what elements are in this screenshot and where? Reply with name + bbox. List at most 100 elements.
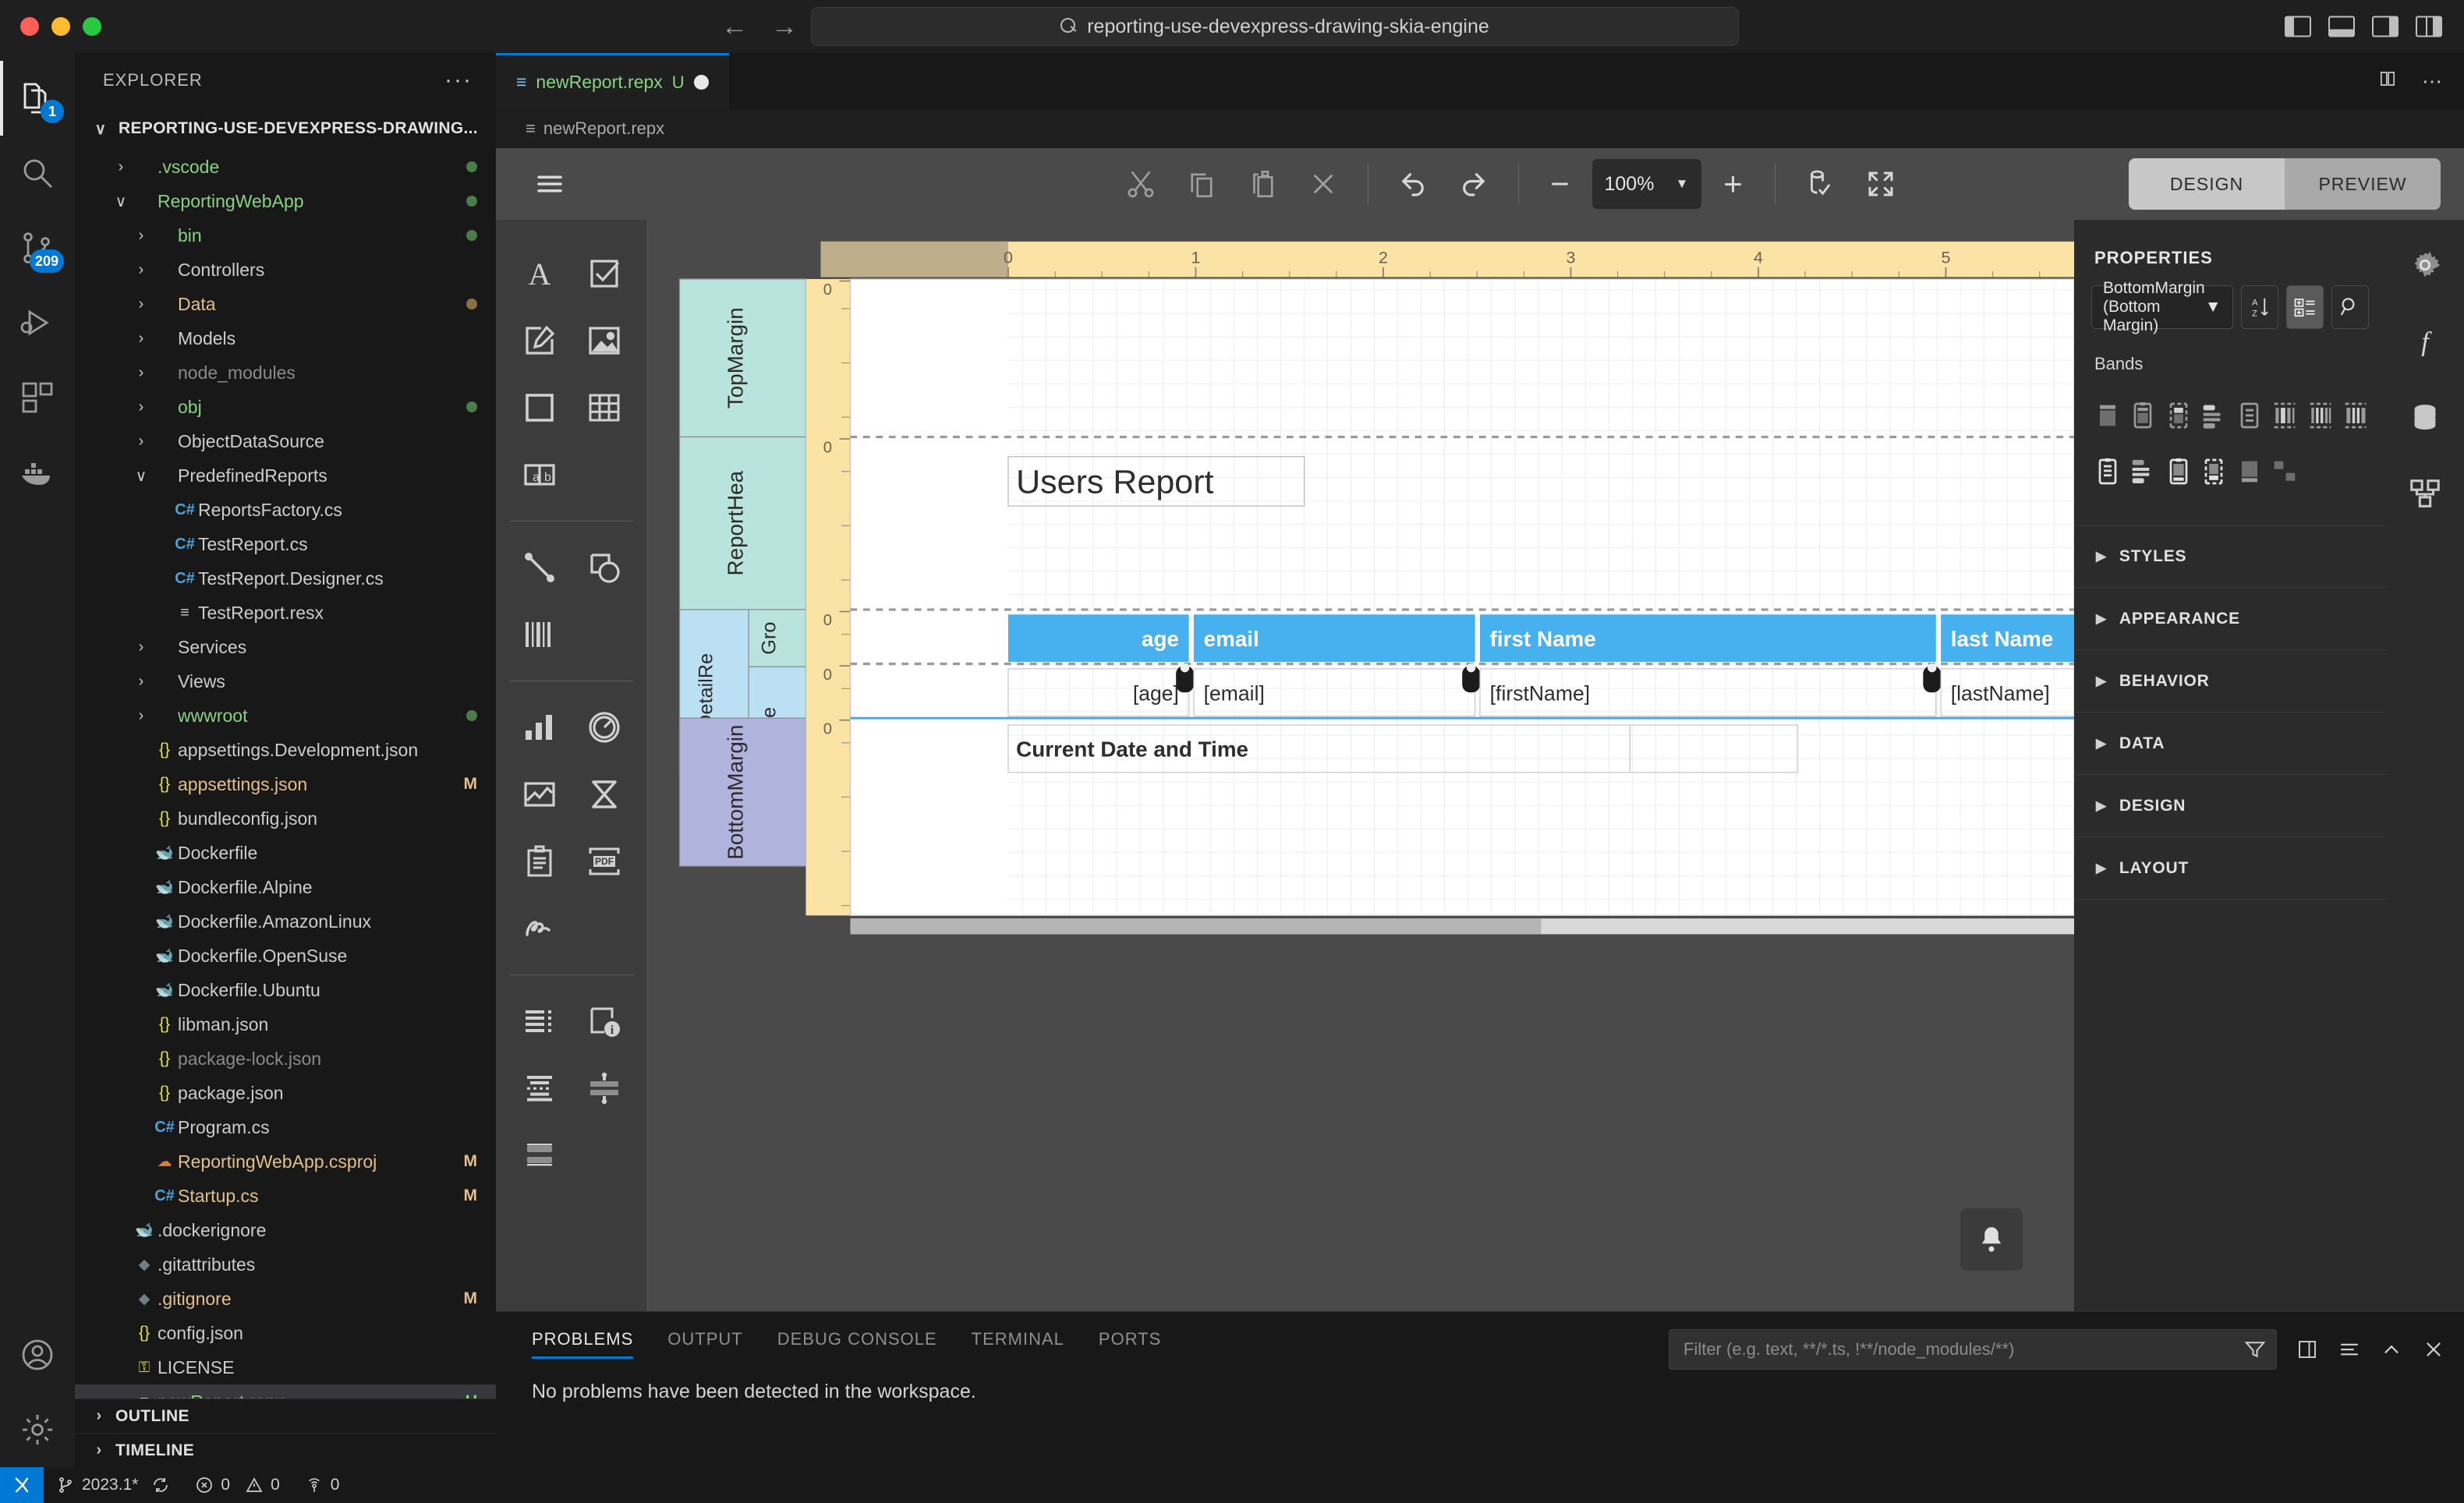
chevron-right-icon[interactable]: ›: [131, 638, 151, 656]
filter-icon[interactable]: [2243, 1338, 2267, 1361]
bands-icon-grid[interactable]: [2074, 382, 2386, 497]
remote-window-button[interactable]: [0, 1467, 44, 1503]
tree-item[interactable]: › Data: [75, 287, 496, 321]
tree-item[interactable]: › Models: [75, 321, 496, 355]
problems-filter-input[interactable]: [1683, 1339, 2214, 1360]
detail-band-icon[interactable]: [2232, 390, 2268, 441]
workspace-folder-row[interactable]: ∨ REPORTING-USE-DEVEXPRESS-DRAWING...: [75, 108, 496, 150]
properties-section-styles[interactable]: ▶ STYLES: [2074, 525, 2386, 588]
problems-status-button[interactable]: 0 0: [182, 1467, 292, 1503]
panel-tab-ports[interactable]: PORTS: [1099, 1329, 1161, 1359]
page-info-tool-icon[interactable]: i: [573, 989, 635, 1053]
tree-item[interactable]: C# ReportsFactory.cs: [75, 493, 496, 527]
copy-button[interactable]: [1171, 157, 1232, 211]
notifications-button[interactable]: [1960, 1208, 2023, 1271]
character-comb-tool-icon[interactable]: ab: [508, 443, 570, 507]
tree-item[interactable]: 🐋 Dockerfile.Ubuntu: [75, 973, 496, 1007]
group-by-category-button[interactable]: [2285, 285, 2324, 329]
toggle-panel-icon[interactable]: [2328, 16, 2355, 37]
breadcrumb[interactable]: ≡ newReport.repx: [496, 109, 2464, 148]
top-margin-band-icon[interactable]: [2090, 390, 2126, 441]
undo-button[interactable]: [1382, 157, 1443, 211]
tree-item[interactable]: {} config.json: [75, 1316, 496, 1350]
zoom-in-button[interactable]: +: [1706, 157, 1761, 211]
tree-item[interactable]: {} package.json: [75, 1076, 496, 1110]
pdf-content-tool-icon[interactable]: PDF: [573, 829, 635, 893]
tree-item[interactable]: ∨ ReportingWebApp: [75, 184, 496, 218]
vertical-ruler[interactable]: [805, 278, 851, 916]
activity-docker[interactable]: [0, 435, 75, 510]
page-break-tool-icon[interactable]: [508, 1056, 570, 1120]
chevron-right-icon[interactable]: ›: [111, 158, 131, 176]
delete-button[interactable]: [1293, 157, 1354, 211]
forward-arrow-icon[interactable]: →: [771, 13, 798, 40]
line-tool-icon[interactable]: [508, 536, 570, 599]
cross-band-line-tool-icon[interactable]: [573, 1056, 635, 1120]
cut-button[interactable]: [1110, 157, 1171, 211]
editor-layout-controls[interactable]: [2285, 16, 2442, 37]
activity-extensions[interactable]: [0, 360, 75, 435]
chevron-right-icon[interactable]: ›: [131, 673, 151, 691]
sort-alphabetically-button[interactable]: A Z: [2240, 285, 2278, 329]
activity-run-and-debug[interactable]: [0, 285, 75, 360]
minimize-window-button[interactable]: [51, 17, 70, 36]
tree-item[interactable]: › wwwroot: [75, 698, 496, 733]
chevron-right-icon[interactable]: ›: [131, 398, 151, 416]
properties-section-design[interactable]: ▶ DESIGN: [2074, 775, 2386, 837]
report-canvas-area[interactable]: 012345TopMarginReportHeaDetailReGroDeBot…: [648, 220, 2074, 1311]
panel-tab-output[interactable]: OUTPUT: [667, 1329, 742, 1359]
tree-item[interactable]: {} libman.json: [75, 1007, 496, 1041]
group-footer-band-icon[interactable]: [2126, 446, 2161, 497]
toggle-secondary-sidebar-icon[interactable]: [2372, 16, 2399, 37]
shape-tool-icon[interactable]: [573, 536, 635, 599]
field-list-icon[interactable]: [2397, 390, 2453, 446]
chart-tool-icon[interactable]: [508, 695, 570, 759]
tree-item[interactable]: ≡ TestReport.resx: [75, 596, 496, 630]
sidebar-section-outline[interactable]: › OUTLINE: [75, 1399, 496, 1433]
pivot-grid-tool-icon[interactable]: [573, 762, 635, 826]
problems-filter[interactable]: [1669, 1329, 2277, 1370]
chevron-right-icon[interactable]: ›: [131, 433, 151, 451]
chevron-right-icon[interactable]: ›: [131, 707, 151, 725]
navigation-arrows[interactable]: ← →: [721, 13, 798, 40]
chevron-right-icon[interactable]: ›: [131, 261, 151, 279]
tree-item[interactable]: › Controllers: [75, 253, 496, 287]
tree-item[interactable]: ◆ .gitignore M: [75, 1282, 496, 1316]
activity-search[interactable]: [0, 136, 75, 210]
paste-button[interactable]: [1232, 157, 1293, 211]
chevron-right-icon[interactable]: ›: [89, 1441, 109, 1459]
collapse-panel-icon[interactable]: [2380, 1338, 2403, 1361]
properties-accordion[interactable]: ▶ STYLES ▶ APPEARANCE ▶ BEHAVIOR ▶ DATA ▶ DESIGN ▶…: [2074, 525, 2386, 900]
chevron-right-icon[interactable]: ›: [131, 330, 151, 348]
panel-tab-problems[interactable]: PROBLEMS: [532, 1329, 634, 1359]
bottom-margin-band-icon[interactable]: [2197, 446, 2232, 497]
back-arrow-icon[interactable]: ←: [721, 13, 748, 40]
view-as-list-icon[interactable]: [2338, 1338, 2361, 1361]
tree-item[interactable]: 🐋 .dockerignore: [75, 1213, 496, 1247]
tree-item[interactable]: › node_modules: [75, 355, 496, 390]
report-surface[interactable]: 012345TopMarginReportHeaDetailReGroDeBot…: [648, 220, 2074, 1311]
window-controls[interactable]: [0, 17, 101, 36]
tree-item[interactable]: ⚿ LICENSE: [75, 1350, 496, 1385]
tree-item[interactable]: C# Program.cs: [75, 1110, 496, 1144]
properties-section-data[interactable]: ▶ DATA: [2074, 713, 2386, 775]
toggle-primary-sidebar-icon[interactable]: [2285, 16, 2311, 37]
report-explorer-icon[interactable]: [2397, 466, 2453, 522]
tree-item[interactable]: {} appsettings.Development.json: [75, 733, 496, 767]
gauge-tool-icon[interactable]: [573, 695, 635, 759]
tree-item[interactable]: › bin: [75, 218, 496, 253]
properties-section-layout[interactable]: ▶ LAYOUT: [2074, 837, 2386, 900]
tree-item[interactable]: ◆ .gitattributes: [75, 1247, 496, 1282]
tree-item[interactable]: › obj: [75, 390, 496, 424]
chevron-down-icon[interactable]: ∨: [111, 192, 131, 211]
ports-status-button[interactable]: 0: [292, 1467, 352, 1503]
panel-tab-debug-console[interactable]: DEBUG CONSOLE: [777, 1329, 937, 1359]
chevron-right-icon[interactable]: ›: [131, 364, 151, 382]
chevron-down-icon[interactable]: ∨: [131, 466, 151, 486]
sparkline-tool-icon[interactable]: [508, 762, 570, 826]
split-editor-icon[interactable]: [2296, 1338, 2319, 1361]
tree-item[interactable]: › .vscode: [75, 150, 496, 184]
label-tool-icon[interactable]: A: [508, 242, 570, 306]
table-tool-icon[interactable]: [573, 376, 635, 440]
tree-item[interactable]: C# TestReport.Designer.cs: [75, 561, 496, 596]
